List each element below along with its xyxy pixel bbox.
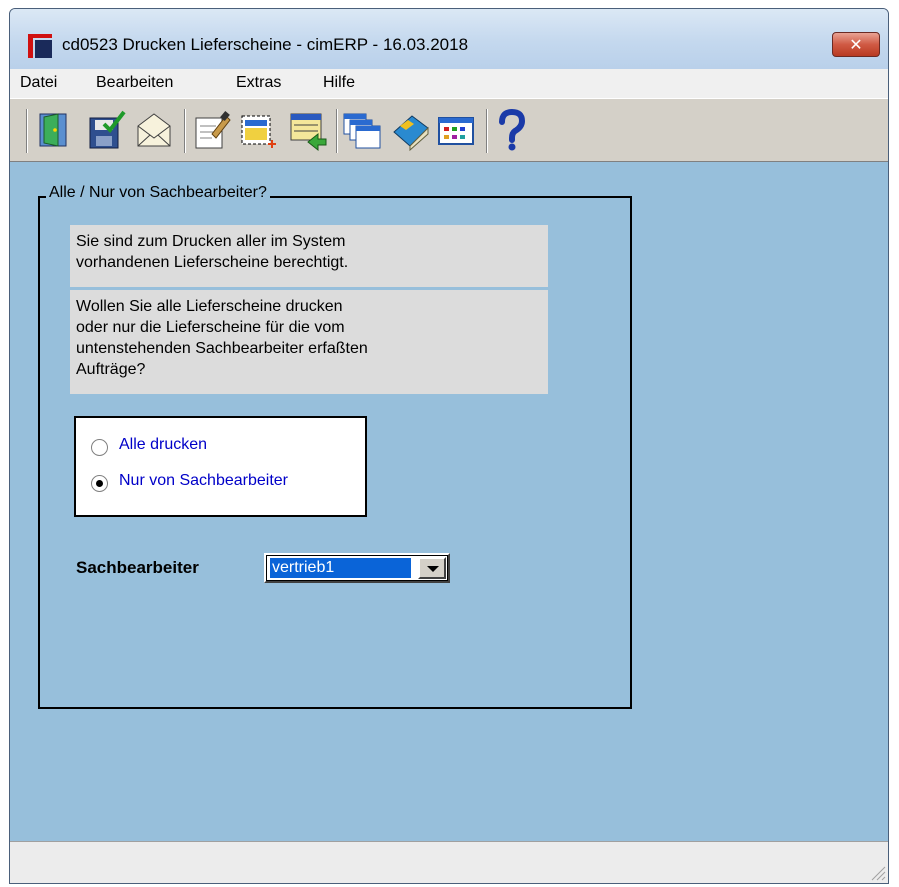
question-message-line: oder nur die Lieferscheine für die vom	[76, 319, 345, 336]
menu-hilfe[interactable]: Hilfe	[323, 74, 355, 92]
print-option-group: Alle drucken Nur von Sachbearbeiter	[74, 416, 367, 517]
question-message: Wollen Sie alle Lieferscheine drucken od…	[70, 290, 548, 394]
question-message-line: Wollen Sie alle Lieferscheine drucken	[76, 298, 343, 315]
close-button[interactable]: ✕	[832, 32, 880, 57]
toolbar-separator	[336, 109, 338, 153]
radio-label[interactable]: Alle drucken	[119, 436, 207, 454]
menu-extras[interactable]: Extras	[236, 74, 281, 92]
close-icon: ✕	[849, 35, 863, 54]
save-check-icon[interactable]	[86, 108, 126, 152]
status-bar	[10, 841, 888, 883]
question-message-line: Aufträge?	[76, 361, 146, 378]
title-bar[interactable]: cd0523 Drucken Lieferscheine - cimERP - …	[10, 9, 888, 69]
info-message-line: Sie sind zum Drucken aller im System	[76, 233, 346, 250]
menu-bearbeiten[interactable]: Bearbeiten	[96, 74, 173, 92]
app-icon	[28, 34, 52, 58]
resize-grip-icon[interactable]	[868, 863, 886, 881]
radio-button-checked[interactable]	[91, 475, 108, 492]
new-record-icon[interactable]	[238, 108, 278, 152]
menu-datei[interactable]: Datei	[20, 74, 57, 92]
client-area: Alle / Nur von Sachbearbeiter? Sie sind …	[10, 162, 888, 841]
book-icon[interactable]	[390, 108, 430, 152]
edit-document-icon[interactable]	[192, 108, 232, 152]
toolbar	[10, 98, 888, 162]
sachbearbeiter-combobox[interactable]: vertrieb1	[264, 553, 450, 583]
info-message: Sie sind zum Drucken aller im System vor…	[70, 225, 548, 287]
application-window: cd0523 Drucken Lieferscheine - cimERP - …	[9, 8, 889, 884]
toolbar-separator	[184, 109, 186, 153]
menu-bar: Datei Bearbeiten Extras Hilfe	[10, 69, 888, 98]
chevron-down-icon[interactable]	[418, 557, 446, 579]
group-title: Alle / Nur von Sachbearbeiter?	[46, 184, 270, 202]
mail-envelope-icon[interactable]	[134, 108, 174, 152]
grid-table-icon[interactable]	[436, 108, 476, 152]
radio-label[interactable]: Nur von Sachbearbeiter	[119, 472, 288, 490]
toolbar-separator	[486, 109, 488, 153]
list-transfer-icon[interactable]	[288, 108, 328, 152]
radio-button[interactable]	[91, 439, 108, 456]
window-title: cd0523 Drucken Lieferscheine - cimERP - …	[62, 35, 469, 54]
combobox-selected-value[interactable]: vertrieb1	[269, 557, 412, 579]
question-message-line: untenstehenden Sachbearbeiter erfaßten	[76, 340, 368, 357]
windows-icon[interactable]	[342, 108, 382, 152]
sachbearbeiter-label: Sachbearbeiter	[76, 558, 199, 577]
help-question-icon[interactable]	[492, 108, 532, 152]
toolbar-separator	[26, 109, 28, 153]
exit-door-icon[interactable]	[34, 108, 74, 152]
info-message-line: vorhandenen Lieferscheine berechtigt.	[76, 254, 349, 271]
